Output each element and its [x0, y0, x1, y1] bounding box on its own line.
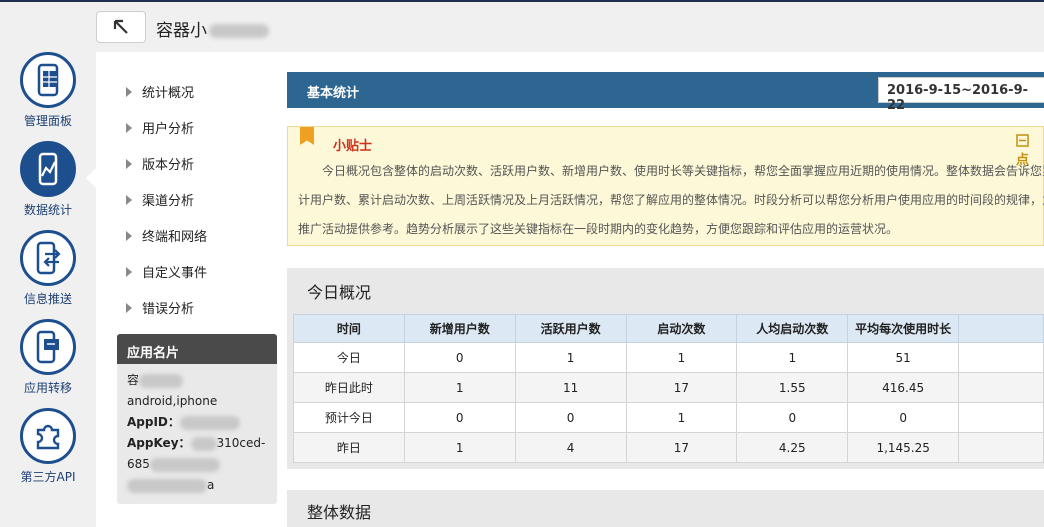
dashboard-icon: [20, 52, 76, 108]
caret-right-icon: [126, 302, 132, 313]
column-header: 人均启动次数: [736, 314, 849, 343]
rail-item-transfer[interactable]: 应用转移: [0, 319, 96, 396]
table-cell: 1: [625, 402, 738, 433]
submenu-item-user-analysis[interactable]: 用户分析: [126, 118, 194, 137]
table-cell: 预计今日: [293, 402, 405, 433]
caret-right-icon: [126, 86, 132, 97]
table-cell-empty: [958, 402, 1044, 433]
submenu-item-channel-analysis[interactable]: 渠道分析: [126, 190, 194, 209]
app-card-name: 容: [127, 370, 267, 391]
caret-right-icon: [126, 266, 132, 277]
table-row: 预计今日 0 0 1 0 0: [293, 402, 1044, 433]
table-cell: 1: [625, 342, 738, 373]
rail-item-statistics[interactable]: 数据统计: [0, 141, 96, 218]
top-bar: 容器小: [0, 0, 1044, 52]
today-overview-title: 今日概况: [307, 283, 372, 302]
table-cell: 1: [736, 342, 849, 373]
basic-stats-title: 基本统计: [307, 86, 360, 101]
table-cell: 昨日此时: [293, 372, 405, 403]
column-header: 平均每次使用时长: [847, 314, 960, 343]
collapse-icon: [1016, 134, 1029, 147]
caret-right-icon: [126, 230, 132, 241]
table-cell: 1,145.25: [847, 432, 960, 463]
chart-icon: [20, 141, 76, 197]
table-header-row: 时间 新增用户数 活跃用户数 启动次数 人均启动次数 平均每次使用时长: [293, 314, 1044, 343]
main-content: 基本统计 2016-9-15~2016-9-22 小贴士 点 今日概况包含整体的…: [286, 52, 1044, 527]
rail-item-push[interactable]: 信息推送: [0, 230, 96, 307]
tips-title: 小贴士: [333, 139, 373, 154]
submenu-item-custom-events[interactable]: 自定义事件: [126, 262, 207, 281]
overall-data-title: 整体数据: [307, 503, 372, 522]
table-cell: 1.55: [736, 372, 849, 403]
table-cell: 0: [736, 402, 849, 433]
overall-data-panel: 整体数据: [287, 490, 1044, 527]
back-arrow-icon: [113, 19, 128, 34]
table-cell-empty: [958, 432, 1044, 463]
rail-item-dashboard[interactable]: 管理面板: [0, 52, 96, 129]
table-cell-empty: [958, 372, 1044, 403]
table-cell-empty: [958, 342, 1044, 373]
table-cell: 0: [403, 402, 516, 433]
tips-text: 今日概况包含整体的启动次数、活跃用户数、新增用户数、使用时长等关键指标，帮您全面…: [298, 164, 1044, 236]
app-card-appkey-line2: 685: [127, 454, 267, 475]
submenu-item-error-analysis[interactable]: 错误分析: [126, 298, 194, 317]
table-cell: 0: [514, 402, 627, 433]
app-card-extra: a: [127, 475, 267, 496]
column-header-empty: [958, 314, 1044, 343]
table-cell: 4: [514, 432, 627, 463]
push-icon: [20, 230, 76, 286]
table-cell: 今日: [293, 342, 405, 373]
table-row: 今日 0 1 1 1 51: [293, 342, 1044, 373]
app-card-platform: android,iphone: [127, 394, 218, 408]
submenu-item-device-network[interactable]: 终端和网络: [126, 226, 207, 245]
today-overview-panel: 今日概况 时间 新增用户数 活跃用户数 启动次数 人均启动次数 平均每次使用时长…: [287, 268, 1044, 469]
table-cell: 11: [514, 372, 627, 403]
caret-right-icon: [126, 122, 132, 133]
app-card-appid: AppID：: [127, 412, 267, 433]
table-row: 昨日此时 1 11 17 1.55 416.45: [293, 372, 1044, 403]
table-cell: 1: [514, 342, 627, 373]
table-cell: 416.45: [847, 372, 960, 403]
tips-box: 小贴士 点 今日概况包含整体的启动次数、活跃用户数、新增用户数、使用时长等关键指…: [287, 126, 1044, 246]
today-overview-table: 时间 新增用户数 活跃用户数 启动次数 人均启动次数 平均每次使用时长 今日 0…: [293, 314, 1044, 463]
app-card: 应用名片 容 android,iphone AppID： AppKey： 310c…: [117, 334, 277, 504]
caret-right-icon: [126, 194, 132, 205]
table-cell: 0: [847, 402, 960, 433]
column-header: 新增用户数: [403, 314, 516, 343]
caret-right-icon: [126, 158, 132, 169]
icon-rail: 管理面板 数据统计 信息推送 应用转移 第三方API: [0, 52, 96, 527]
submenu-item-version-analysis[interactable]: 版本分析: [126, 154, 194, 173]
active-indicator: [86, 168, 96, 188]
column-header: 活跃用户数: [514, 314, 627, 343]
date-range-picker[interactable]: 2016-9-15~2016-9-22: [878, 77, 1044, 113]
table-cell: 17: [625, 372, 738, 403]
app-card-body: 容 android,iphone AppID： AppKey： 310ced- 6…: [117, 364, 277, 502]
table-cell: 1: [403, 432, 516, 463]
table-cell: 0: [403, 342, 516, 373]
submenu-item-overview[interactable]: 统计概况: [126, 82, 194, 101]
table-row: 昨日 1 4 17 4.25 1,145.25: [293, 432, 1044, 463]
basic-stats-bar: 基本统计 2016-9-15~2016-9-22: [287, 72, 1044, 113]
table-cell: 17: [625, 432, 738, 463]
table-cell: 1: [403, 372, 516, 403]
column-header: 时间: [293, 314, 405, 343]
rail-item-third-party-api[interactable]: 第三方API: [0, 408, 96, 485]
table-cell: 51: [847, 342, 960, 373]
transfer-icon: [20, 319, 76, 375]
table-cell: 昨日: [293, 432, 405, 463]
back-button[interactable]: [96, 11, 146, 43]
puzzle-icon: [20, 408, 76, 464]
bookmark-icon: [300, 127, 314, 145]
app-title: 容器小: [156, 16, 269, 41]
app-card-appkey: AppKey： 310ced-: [127, 436, 266, 451]
table-cell: 4.25: [736, 432, 849, 463]
column-header: 启动次数: [625, 314, 738, 343]
app-card-title: 应用名片: [117, 334, 277, 364]
